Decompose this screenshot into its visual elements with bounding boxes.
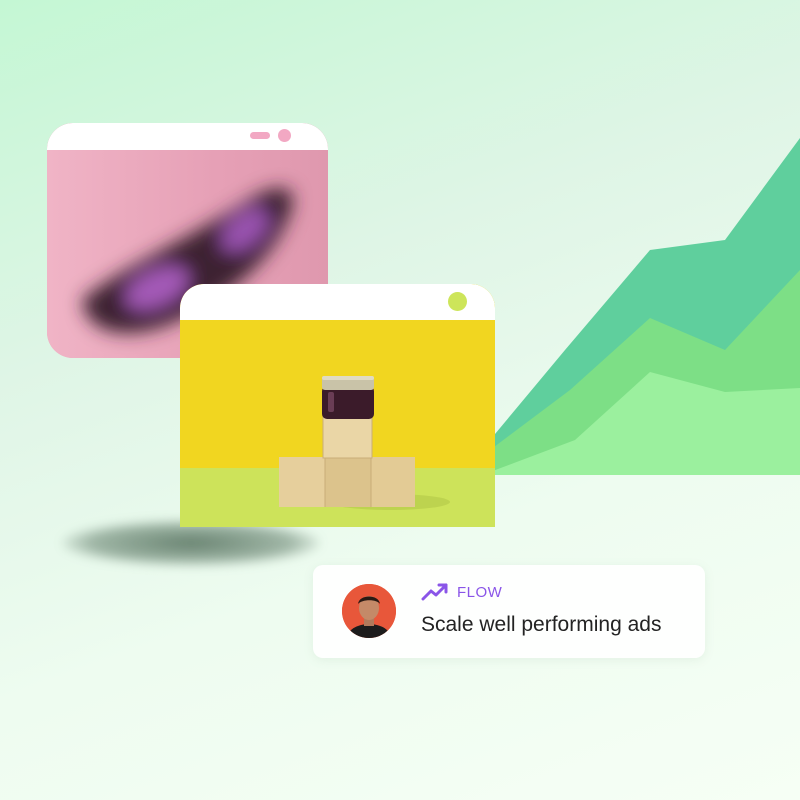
window-dot (278, 129, 291, 142)
window-dot (448, 292, 467, 311)
flow-label: FLOW (457, 583, 503, 601)
card-headline: Scale well performing ads (421, 613, 662, 636)
window-pill (250, 132, 270, 139)
info-card: FLOW Scale well performing ads (313, 565, 705, 658)
avatar (342, 584, 396, 638)
ad-window-product (180, 284, 495, 527)
trending-up-icon (421, 583, 448, 601)
product-photo (180, 320, 495, 527)
flow-tag: FLOW (421, 582, 502, 602)
